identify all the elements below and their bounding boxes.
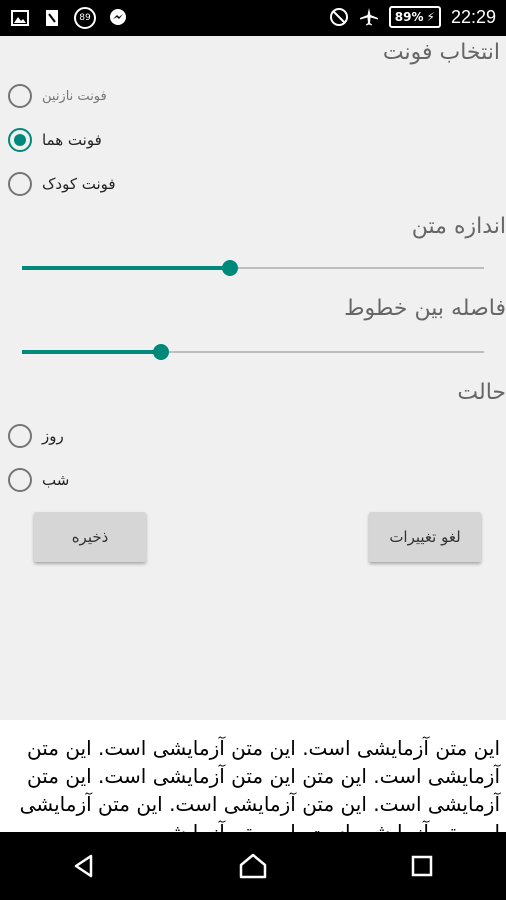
battery-level: 89% bbox=[394, 10, 424, 24]
radio-day[interactable] bbox=[8, 424, 32, 448]
recents-icon bbox=[411, 855, 432, 877]
line-spacing-slider[interactable] bbox=[22, 342, 484, 362]
radio-homa[interactable] bbox=[8, 128, 32, 152]
messenger-icon bbox=[108, 8, 128, 28]
home-button[interactable] bbox=[223, 836, 283, 896]
save-button[interactable]: ذخیره bbox=[34, 512, 146, 562]
airplane-mode-icon bbox=[359, 7, 379, 27]
mode-option-night[interactable]: شب bbox=[8, 468, 69, 492]
radio-night[interactable] bbox=[8, 468, 32, 492]
font-section-title: انتخاب فونت bbox=[382, 40, 500, 65]
clock: 22:29 bbox=[450, 6, 496, 27]
font-option-label: فونت هما bbox=[42, 131, 102, 149]
preview-text: این متن آزمایشی است. این متن آزمایشی است… bbox=[19, 736, 500, 832]
slider-thumb[interactable] bbox=[221, 260, 238, 276]
font-option-label: فونت نازنین bbox=[42, 88, 107, 104]
font-option-koodak[interactable]: فونت کودک bbox=[8, 172, 116, 196]
charging-icon: ⚡ bbox=[426, 10, 435, 24]
font-option-homa[interactable]: فونت هما bbox=[8, 128, 102, 152]
status-bar: 89 89% ⚡ 22:29 bbox=[0, 0, 506, 36]
system-icons: 89% ⚡ 22:29 bbox=[329, 6, 496, 28]
slider-fill bbox=[22, 266, 230, 270]
mode-section-title: حالت bbox=[457, 380, 506, 405]
radio-nazanin[interactable] bbox=[8, 84, 32, 108]
mode-option-label: روز bbox=[42, 427, 64, 445]
line-spacing-title: فاصله بین خطوط bbox=[344, 296, 506, 321]
back-icon bbox=[75, 854, 93, 878]
font-option-nazanin[interactable]: فونت نازنین bbox=[8, 84, 107, 108]
recents-button[interactable] bbox=[392, 836, 452, 896]
settings-panel: انتخاب فونت فونت نازنین فونت هما فونت کو… bbox=[0, 36, 506, 720]
radio-koodak[interactable] bbox=[8, 172, 32, 196]
gallery-icon bbox=[10, 8, 30, 28]
font-option-label: فونت کودک bbox=[42, 175, 116, 193]
back-button[interactable] bbox=[54, 836, 114, 896]
mode-option-day[interactable]: روز bbox=[8, 424, 64, 448]
text-preview: این متن آزمایشی است. این متن آزمایشی است… bbox=[0, 720, 506, 832]
navigation-bar bbox=[0, 832, 506, 900]
notification-icons: 89 bbox=[10, 7, 128, 29]
text-size-title: اندازه متن bbox=[411, 214, 506, 239]
home-icon bbox=[239, 853, 267, 879]
badge-count-icon: 89 bbox=[74, 7, 96, 29]
slider-thumb[interactable] bbox=[152, 344, 169, 360]
document-icon bbox=[42, 8, 62, 28]
discard-changes-button[interactable]: لغو تغییرات bbox=[369, 512, 481, 562]
do-not-disturb-icon bbox=[329, 7, 349, 27]
battery-indicator: 89% ⚡ bbox=[388, 6, 441, 28]
text-size-slider[interactable] bbox=[22, 258, 484, 278]
mode-option-label: شب bbox=[42, 471, 70, 489]
slider-fill bbox=[22, 350, 161, 354]
